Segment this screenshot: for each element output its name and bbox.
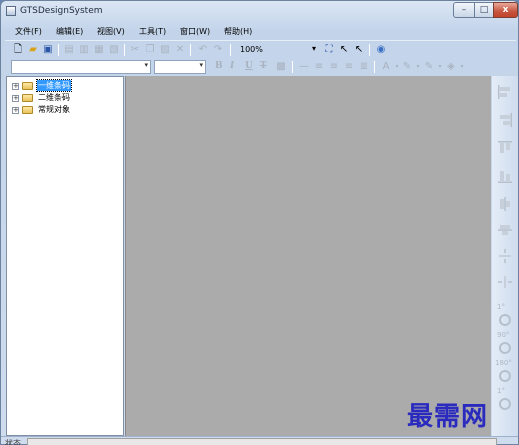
tree-node[interactable]: + 一维条码 (10, 79, 120, 92)
zoom-out-icon[interactable]: ↖ (353, 44, 365, 56)
rotate-label: 90° (497, 331, 510, 339)
align-top-icon[interactable] (497, 140, 513, 156)
menu-view[interactable]: 视图(V) (97, 26, 125, 37)
align-bottom-icon[interactable] (497, 168, 513, 184)
app-window: GTSDesignSystem – □ x 文件(F) 编辑(E) 视图(V) … (0, 0, 519, 445)
italic-icon[interactable]: I (230, 61, 234, 71)
bold-icon[interactable]: B (215, 61, 223, 71)
font-size-combo[interactable]: ▾ (154, 60, 206, 74)
expand-icon[interactable]: + (12, 107, 19, 114)
align-center-vertical-icon[interactable] (497, 196, 513, 212)
layout-toolbar: 1° 90° 180° 1° (492, 76, 518, 436)
save-icon[interactable]: ▣ (42, 44, 54, 56)
distribute-vertical-icon[interactable] (497, 248, 513, 264)
align-center-icon[interactable]: ≡ (328, 61, 340, 73)
rotate-label: 1° (497, 387, 505, 395)
status-bar: 状态 (1, 436, 518, 445)
folder-open-icon (22, 82, 33, 90)
chevron-down-icon: ▾ (144, 61, 148, 69)
zoom-in-icon[interactable]: ↖ (338, 44, 350, 56)
cut-icon[interactable]: ✂ (129, 44, 141, 56)
toolbar-separator (374, 61, 375, 73)
toolbar-separator (369, 44, 370, 56)
standard-toolbar: 🗋 ▰ ▣ ▤ ▥ ▦ ▧ ✂ ❐ ▨ ✕ ↶ ↷ 100% ▾ ⛶ ↖ ↖ ◉ (5, 40, 516, 58)
status-text: 状态 (5, 439, 21, 445)
distribute-horizontal-icon[interactable] (497, 274, 513, 290)
align-right-icon[interactable]: ≡ (343, 61, 355, 73)
strikethrough-icon[interactable]: T (260, 61, 267, 71)
zoom-combo[interactable]: 100% (240, 45, 263, 54)
align-middle-icon[interactable] (497, 222, 513, 238)
menu-help[interactable]: 帮助(H) (224, 26, 252, 37)
rotate-icon[interactable] (497, 396, 513, 412)
tree-node-label[interactable]: 二维条码 (37, 92, 71, 103)
open-folder-icon[interactable]: ▰ (27, 44, 39, 56)
expand-icon[interactable]: + (12, 83, 19, 90)
align-right-icon[interactable] (497, 112, 513, 128)
expand-icon[interactable]: + (12, 95, 19, 102)
tree-node-label[interactable]: 常规对象 (37, 104, 71, 115)
title-bar[interactable]: GTSDesignSystem – □ x (1, 1, 518, 23)
print-preview-icon[interactable]: ▤ (63, 44, 75, 56)
window-title: GTSDesignSystem (20, 6, 103, 16)
new-file-icon[interactable]: 🗋 (12, 44, 24, 56)
underline-icon[interactable]: U (245, 61, 253, 71)
menu-tools[interactable]: 工具(T) (139, 26, 166, 37)
menu-window[interactable]: 窗口(W) (180, 26, 210, 37)
close-button[interactable]: x (493, 2, 518, 18)
format-toolbar: ▾ ▾ B I U T ▩ — ≡ ≡ ≡ ≣ A ▾ ✎ ▾ ✎ ▾ ◈ ▾ (5, 58, 516, 76)
database-icon[interactable]: ◉ (375, 44, 387, 56)
rotate-icon[interactable] (497, 340, 513, 356)
zoom-dropdown-arrow-icon[interactable]: ▾ (312, 44, 316, 53)
word-wrap-icon[interactable]: ▩ (275, 61, 287, 73)
delete-icon[interactable]: ✕ (174, 44, 186, 56)
print-icon[interactable]: ▦ (93, 44, 105, 56)
folder-icon (22, 106, 33, 114)
tree-node[interactable]: + 常规对象 (10, 104, 120, 116)
copy-icon[interactable]: ❐ (144, 44, 156, 56)
menu-file[interactable]: 文件(F) (15, 26, 42, 37)
font-name-combo[interactable]: ▾ (11, 60, 151, 74)
minimize-button[interactable]: – (453, 2, 475, 18)
toolbar-separator (124, 44, 125, 56)
preview-icon[interactable]: ▧ (108, 44, 120, 56)
toolbar-separator (292, 61, 293, 73)
justify-icon[interactable]: ≣ (358, 61, 370, 73)
undo-icon[interactable]: ↶ (197, 44, 209, 56)
rotate-label: 1° (497, 303, 505, 311)
align-left-icon[interactable]: ≡ (313, 61, 325, 73)
line-icon[interactable]: — (298, 61, 310, 73)
menu-edit[interactable]: 编辑(E) (56, 26, 83, 37)
toolbar-separator (58, 44, 59, 56)
tree-node-label[interactable]: 一维条码 (36, 79, 72, 92)
toolbar-separator (230, 44, 231, 56)
app-icon (6, 6, 16, 16)
design-canvas[interactable] (125, 76, 491, 436)
tree-node[interactable]: + 二维条码 (10, 92, 120, 104)
folder-icon (22, 94, 33, 102)
paste-icon[interactable]: ▨ (159, 44, 171, 56)
object-tree-panel: + 一维条码 + 二维条码 + 常规对象 (6, 76, 124, 436)
rotate-icon[interactable] (497, 368, 513, 384)
horizontal-scrollbar[interactable] (27, 438, 497, 445)
chevron-down-icon[interactable]: ▾ (456, 61, 468, 73)
align-left-icon[interactable] (497, 84, 513, 100)
menu-bar: 文件(F) 编辑(E) 视图(V) 工具(T) 窗口(W) 帮助(H) (5, 24, 516, 39)
redo-icon[interactable]: ↷ (212, 44, 224, 56)
maximize-button[interactable]: □ (474, 2, 494, 18)
toolbar-separator (190, 44, 191, 56)
rotate-icon[interactable] (497, 312, 513, 328)
chevron-down-icon: ▾ (199, 61, 203, 69)
fit-page-icon[interactable]: ⛶ (323, 44, 335, 56)
watermark-text: 最需网 (407, 402, 489, 432)
rotate-label: 180° (495, 359, 512, 367)
page-setup-icon[interactable]: ▥ (78, 44, 90, 56)
